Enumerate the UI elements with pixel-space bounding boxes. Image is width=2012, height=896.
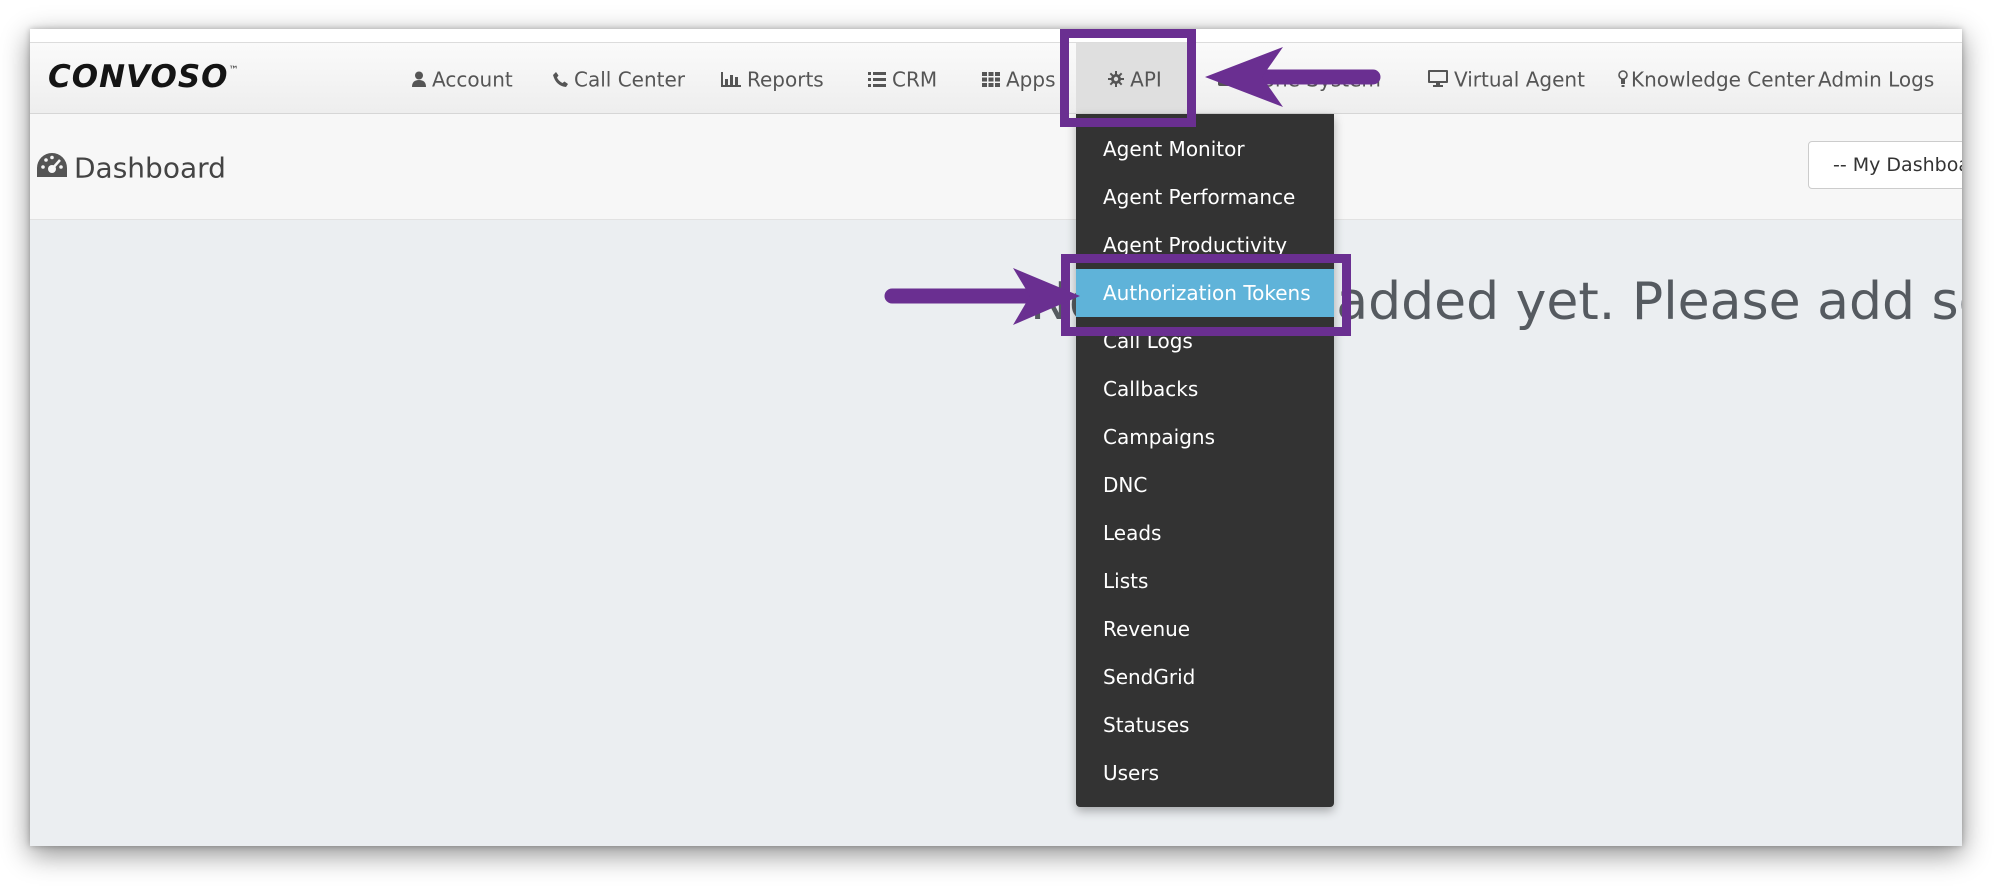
arrow-to-api [1205,47,1381,107]
arrow-to-authorization-tokens [884,268,1080,325]
annotation-arrows [884,47,1381,325]
